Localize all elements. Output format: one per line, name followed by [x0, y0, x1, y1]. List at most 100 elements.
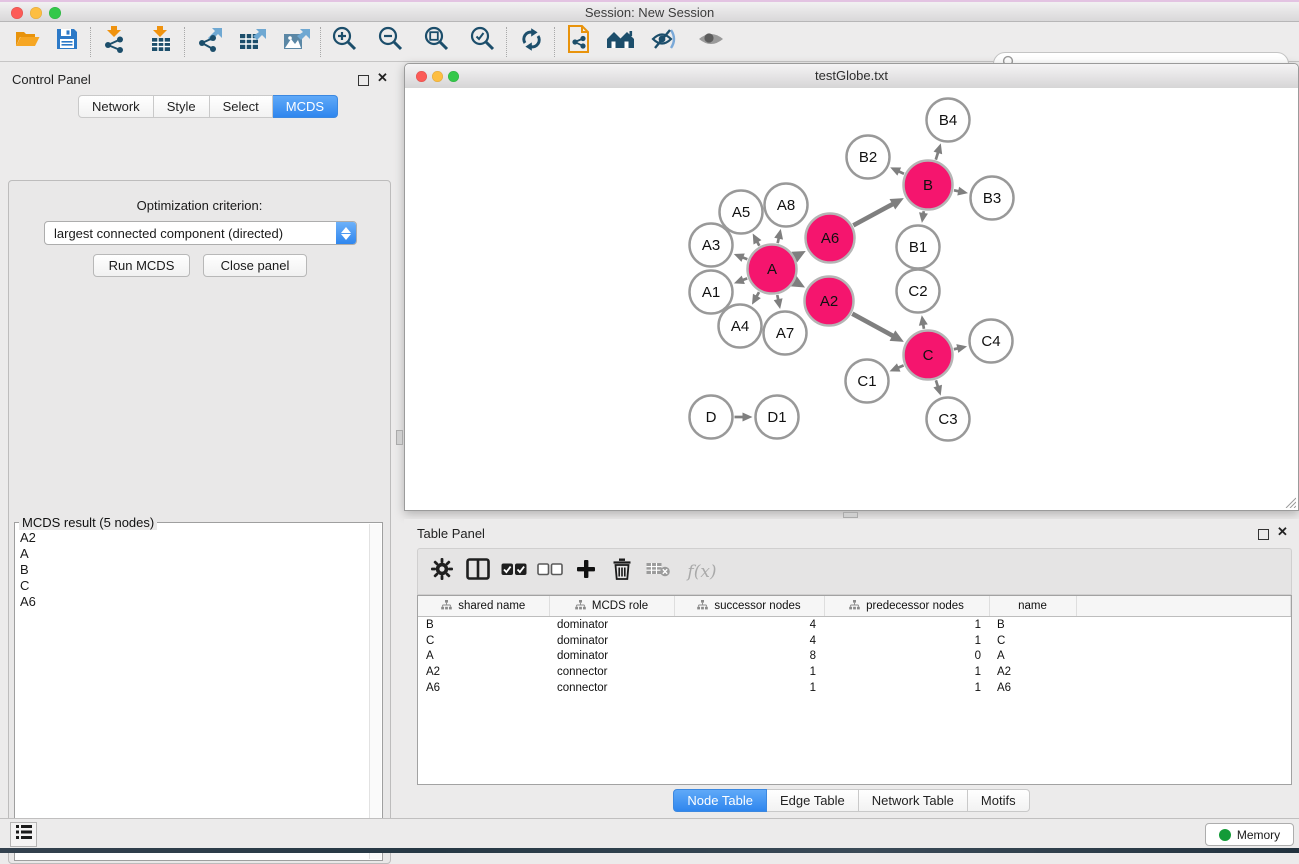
graph-edge-B-B1[interactable] [919, 211, 928, 223]
import-network-button[interactable] [100, 27, 130, 57]
table-cell[interactable]: A2 [989, 664, 1076, 680]
horizontal-split-handle[interactable] [843, 512, 858, 518]
graph-node-B4[interactable]: B4 [927, 99, 970, 142]
delete-column-button[interactable] [604, 554, 640, 590]
table-cell[interactable]: 1 [824, 633, 989, 649]
table-cell[interactable]: A [418, 649, 549, 665]
table-close-panel-icon[interactable]: ✕ [1277, 524, 1288, 540]
tab-network-table[interactable]: Network Table [859, 789, 968, 812]
graph-node-D1[interactable]: D1 [756, 396, 799, 439]
tab-select[interactable]: Select [210, 95, 273, 118]
graph-node-A2[interactable]: A2 [805, 277, 854, 326]
mcds-result-item[interactable]: C [15, 578, 382, 594]
table-row[interactable]: Bdominator41B [418, 617, 1291, 633]
network-from-file-button[interactable] [564, 27, 594, 57]
show-column-button[interactable] [460, 554, 496, 590]
graph-edge-C-C2[interactable] [919, 315, 928, 329]
show-graphics-details-button[interactable] [696, 27, 726, 57]
table-cell[interactable]: 1 [824, 617, 989, 633]
table-row[interactable]: A6connector11A6 [418, 680, 1291, 696]
zoom-in-button[interactable] [330, 27, 360, 57]
table-cell[interactable] [1076, 664, 1291, 680]
table-cell[interactable]: A [989, 649, 1076, 665]
graph-node-B1[interactable]: B1 [897, 226, 940, 269]
table-cell[interactable]: dominator [549, 633, 674, 649]
table-cell[interactable]: B [418, 617, 549, 633]
zoom-out-button[interactable] [376, 27, 406, 57]
column-header[interactable]: name [989, 596, 1076, 617]
network-graph[interactable]: B4B2BB3A8A5A6A3B1AC2A1A2A4A7C4CC1DD1C3 [405, 88, 1298, 510]
delete-table-button[interactable] [640, 554, 676, 590]
task-history-button[interactable] [10, 822, 37, 847]
export-network-button[interactable] [194, 27, 224, 57]
table-cell[interactable]: A6 [418, 680, 549, 696]
mcds-result-item[interactable]: A6 [15, 594, 382, 610]
table-row[interactable]: Adominator80A [418, 649, 1291, 665]
import-table-button[interactable] [146, 27, 176, 57]
graph-node-A7[interactable]: A7 [764, 312, 807, 355]
table-cell[interactable]: connector [549, 680, 674, 696]
tab-style[interactable]: Style [154, 95, 210, 118]
table-cell[interactable]: A6 [989, 680, 1076, 696]
table-cell[interactable]: 1 [674, 664, 824, 680]
graph-edge-B-B2[interactable] [890, 167, 904, 175]
float-panel-icon[interactable] [358, 73, 369, 91]
tab-motifs[interactable]: Motifs [968, 789, 1030, 812]
zoom-fit-button[interactable] [422, 27, 452, 57]
table-cell[interactable]: 4 [674, 617, 824, 633]
hide-graphics-details-button[interactable] [650, 27, 680, 57]
graph-edge-A-A3[interactable] [734, 253, 748, 261]
table-cell[interactable] [1076, 649, 1291, 665]
graph-node-A3[interactable]: A3 [690, 224, 733, 267]
network-window-titlebar[interactable]: testGlobe.txt [405, 64, 1298, 89]
table-cell[interactable]: 1 [824, 680, 989, 696]
graph-edge-A-A7[interactable] [774, 295, 783, 309]
graph-node-A4[interactable]: A4 [719, 305, 762, 348]
table-cell[interactable] [1076, 617, 1291, 633]
graph-node-C[interactable]: C [904, 331, 953, 380]
table-cell[interactable] [1076, 633, 1291, 649]
tab-mcds[interactable]: MCDS [273, 95, 338, 118]
apply-layout-button[interactable] [516, 27, 546, 57]
table-cell[interactable] [1076, 680, 1291, 696]
tab-network[interactable]: Network [78, 95, 154, 118]
column-header[interactable]: MCDS role [549, 596, 674, 617]
graph-node-A[interactable]: A [748, 245, 797, 294]
graph-edge-B-B4[interactable] [934, 143, 943, 159]
zoom-selected-button[interactable] [468, 27, 498, 57]
column-header[interactable]: successor nodes [674, 596, 824, 617]
graph-edge-D-D1[interactable] [735, 413, 753, 422]
graph-node-B3[interactable]: B3 [971, 177, 1014, 220]
table-cell[interactable]: 0 [824, 649, 989, 665]
home-button[interactable] [606, 27, 636, 57]
resize-grip-icon[interactable] [1283, 495, 1296, 508]
table-cell[interactable]: dominator [549, 617, 674, 633]
column-header[interactable]: shared name [418, 596, 549, 617]
graph-node-C3[interactable]: C3 [927, 398, 970, 441]
table-cell[interactable]: 4 [674, 633, 824, 649]
table-cell[interactable]: B [989, 617, 1076, 633]
table-cell[interactable]: 1 [674, 680, 824, 696]
network-canvas[interactable]: B4B2BB3A8A5A6A3B1AC2A1A2A4A7C4CC1DD1C3 [405, 88, 1298, 510]
table-row[interactable]: Cdominator41C [418, 633, 1291, 649]
create-column-button[interactable] [568, 554, 604, 590]
graph-edge-A-A1[interactable] [734, 276, 747, 284]
graph-edge-C-C1[interactable] [890, 363, 904, 371]
graph-node-B2[interactable]: B2 [847, 136, 890, 179]
graph-node-B[interactable]: B [904, 161, 953, 210]
mcds-result-item[interactable]: A [15, 546, 382, 562]
graph-edge-A-A4[interactable] [752, 292, 761, 305]
vertical-split-handle[interactable] [396, 430, 403, 445]
table-cell[interactable]: dominator [549, 649, 674, 665]
export-image-button[interactable] [282, 27, 312, 57]
table-cell[interactable]: connector [549, 664, 674, 680]
close-panel-button[interactable]: Close panel [203, 254, 307, 277]
graph-edge-C-C3[interactable] [933, 380, 942, 395]
table-cell[interactable]: 8 [674, 649, 824, 665]
column-header[interactable]: predecessor nodes [824, 596, 989, 617]
close-panel-icon[interactable]: ✕ [377, 70, 388, 86]
graph-edge-A-A8[interactable] [774, 229, 783, 243]
graph-edge-A2-C[interactable] [852, 314, 904, 342]
graph-node-C1[interactable]: C1 [846, 360, 889, 403]
criterion-dropdown[interactable]: largest connected component (directed) [44, 221, 357, 245]
